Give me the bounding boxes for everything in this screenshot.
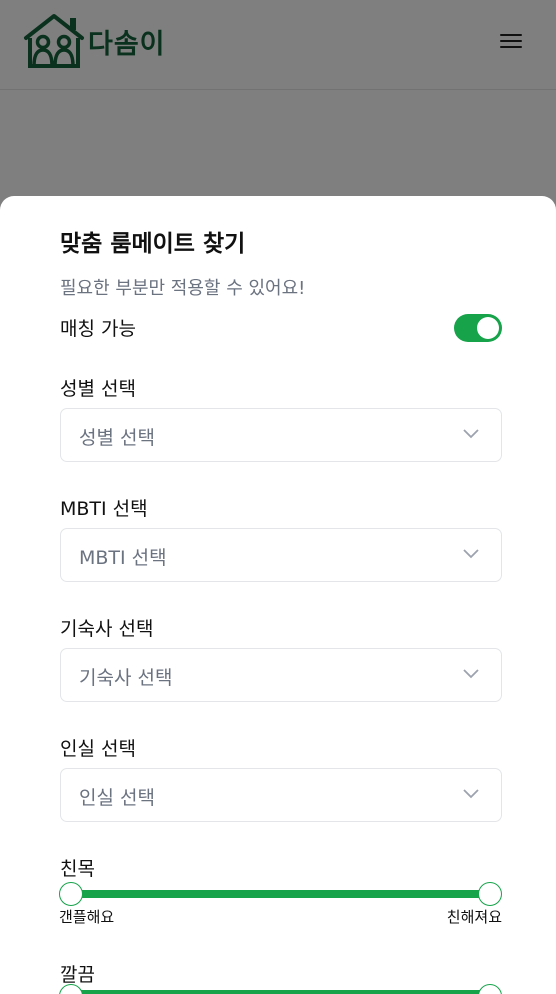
cleanliness-track[interactable] xyxy=(71,990,490,994)
sociability-max-label: 친해져요 xyxy=(446,908,502,926)
dormitory-label: 기숙사 선택 xyxy=(60,618,154,640)
sociability-max-handle[interactable] xyxy=(478,882,502,906)
chevron-down-icon xyxy=(463,429,479,439)
mbti-select-value: MBTI 선택 xyxy=(79,547,167,569)
dormitory-select[interactable]: 기숙사 선택 xyxy=(60,648,502,702)
chevron-down-icon xyxy=(463,549,479,559)
roommate-filter-sheet: 맞춤 룸메이트 찾기 필요한 부분만 적용할 수 있어요! 매칭 가능 성별 선… xyxy=(0,196,556,994)
match-toggle-label: 매칭 가능 xyxy=(60,318,136,340)
gender-select-value: 성별 선택 xyxy=(79,427,155,449)
mbti-select[interactable]: MBTI 선택 xyxy=(60,528,502,582)
cleanliness-max-handle[interactable] xyxy=(478,984,502,994)
dormitory-select-value: 기숙사 선택 xyxy=(79,667,173,689)
sociability-min-label: 갠플해요 xyxy=(59,908,115,926)
sheet-subtitle: 필요한 부분만 적용할 수 있어요! xyxy=(60,278,306,299)
room-capacity-label: 인실 선택 xyxy=(60,738,136,760)
match-toggle[interactable] xyxy=(454,314,502,342)
sociability-track[interactable] xyxy=(71,890,490,898)
sociability-min-handle[interactable] xyxy=(59,882,83,906)
room-capacity-select-value: 인실 선택 xyxy=(79,787,155,809)
sociability-label: 친목 xyxy=(60,858,95,880)
gender-label: 성별 선택 xyxy=(60,378,136,400)
cleanliness-label: 깔끔 xyxy=(60,964,95,986)
gender-select[interactable]: 성별 선택 xyxy=(60,408,502,462)
toggle-knob xyxy=(477,317,499,339)
mbti-label: MBTI 선택 xyxy=(60,498,148,520)
room-capacity-select[interactable]: 인실 선택 xyxy=(60,768,502,822)
chevron-down-icon xyxy=(463,789,479,799)
sheet-title: 맞춤 룸메이트 찾기 xyxy=(60,231,246,257)
chevron-down-icon xyxy=(463,669,479,679)
